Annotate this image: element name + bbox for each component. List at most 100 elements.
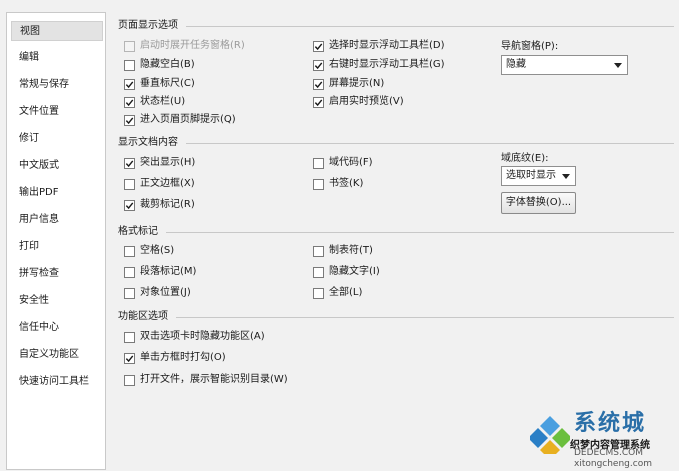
font-substitution-button[interactable]: 字体替换(O)...: [501, 192, 576, 214]
checkbox-hide-ribbon-dblclick[interactable]: 双击选项卡时隐藏功能区(A): [124, 329, 265, 345]
sidebar-item-security[interactable]: 安全性: [11, 291, 103, 311]
check-icon: [314, 43, 323, 50]
check-icon: [314, 81, 323, 88]
nav-pane-select[interactable]: 隐藏: [501, 55, 628, 75]
checkbox-expand-task-pane[interactable]: 启动时展开任务窗格(R): [124, 38, 245, 54]
checkbox-box: [124, 178, 135, 190]
checkbox-label: 打开文件，展示智能识别目录(W): [140, 374, 288, 385]
checkbox-live-preview[interactable]: 启用实时预览(V): [313, 94, 404, 110]
checkbox-box: [313, 178, 324, 190]
check-icon: [125, 202, 134, 209]
checkbox-box: [124, 157, 135, 169]
sidebar-item-print[interactable]: 打印: [11, 237, 103, 257]
field-shading-select-value: 选取时显示: [506, 170, 556, 181]
checkbox-status-bar[interactable]: 状态栏(U): [124, 94, 185, 110]
checkbox-label: 启用实时预览(V): [329, 96, 404, 107]
nav-pane-label: 导航窗格(P):: [501, 41, 559, 52]
checkbox-box: [313, 59, 324, 71]
field-shading-label: 域底纹(E):: [501, 153, 549, 164]
checkbox-bookmarks[interactable]: 书签(K): [313, 176, 363, 192]
checkbox-box: [124, 199, 135, 211]
sidebar-item-chinese-layout[interactable]: 中文版式: [11, 156, 103, 176]
checkbox-label: 制表符(T): [329, 245, 373, 256]
sidebar-item-quick-access-toolbar[interactable]: 快速访问工具栏: [11, 372, 103, 392]
checkbox-label: 垂直标尺(C): [140, 78, 195, 89]
options-content: 页面显示选项 启动时展开任务窗格(R) 隐藏空白(B) 垂直标尺(C) 状态栏(…: [108, 0, 679, 471]
checkbox-box: [124, 59, 135, 71]
checkbox-hidden-text[interactable]: 隐藏文字(I): [313, 264, 380, 280]
checkbox-box: [313, 40, 324, 52]
section-header-format-marks: 格式标记: [118, 226, 158, 237]
checkbox-label: 隐藏文字(I): [329, 266, 380, 277]
sidebar-item-revision[interactable]: 修订: [11, 129, 103, 149]
checkbox-field-codes[interactable]: 域代码(F): [313, 155, 373, 171]
watermark-domain-2: xitongcheng.com: [574, 459, 652, 469]
checkbox-label: 书签(K): [329, 178, 364, 189]
checkbox-box: [124, 78, 135, 90]
sidebar-item-view[interactable]: 视图: [11, 21, 103, 41]
site-watermark: 系统城 织梦内容管理系统 DEDECMS.COM xitongcheng.com: [530, 410, 679, 471]
checkbox-box: [124, 331, 135, 343]
check-icon: [125, 160, 134, 167]
checkbox-text-boundaries[interactable]: 正文边框(X): [124, 176, 195, 192]
checkbox-label: 右键时显示浮动工具栏(G): [329, 59, 445, 70]
section-header-page-display: 页面显示选项: [118, 20, 178, 31]
checkbox-tab-characters[interactable]: 制表符(T): [313, 243, 373, 259]
check-icon: [125, 81, 134, 88]
watermark-domain-1: DEDECMS.COM: [574, 448, 643, 458]
checkbox-hide-whitespace[interactable]: 隐藏空白(B): [124, 57, 195, 73]
checkbox-label: 突出显示(H): [140, 157, 196, 168]
check-icon: [314, 99, 323, 106]
checkbox-label: 启动时展开任务窗格(R): [140, 40, 245, 51]
checkbox-label: 全部(L): [329, 287, 363, 298]
checkbox-label: 对象位置(J): [140, 287, 191, 298]
checkbox-smart-toc[interactable]: 打开文件，展示智能识别目录(W): [124, 372, 288, 388]
checkbox-box: [124, 352, 135, 364]
checkbox-float-toolbar-select[interactable]: 选择时显示浮动工具栏(D): [313, 38, 445, 54]
sidebar-item-edit[interactable]: 编辑: [11, 48, 103, 68]
section-divider: [176, 317, 674, 318]
check-icon: [125, 117, 134, 124]
section-divider: [186, 26, 674, 27]
checkbox-label: 进入页眉页脚提示(Q): [140, 114, 236, 125]
checkbox-crop-marks[interactable]: 裁剪标记(R): [124, 197, 195, 213]
checkbox-label: 状态栏(U): [140, 96, 186, 107]
section-divider: [186, 143, 674, 144]
checkbox-box: [313, 266, 324, 278]
checkbox-label: 选择时显示浮动工具栏(D): [329, 40, 445, 51]
sidebar-item-file-location[interactable]: 文件位置: [11, 102, 103, 122]
checkbox-paragraph-marks[interactable]: 段落标记(M): [124, 264, 196, 280]
checkbox-box: [313, 78, 324, 90]
sidebar-item-general-save[interactable]: 常规与保存: [11, 75, 103, 95]
checkbox-label: 段落标记(M): [140, 266, 197, 277]
checkbox-label: 正文边框(X): [140, 178, 195, 189]
checkbox-screen-tips[interactable]: 屏幕提示(N): [313, 76, 384, 92]
checkbox-click-to-tick[interactable]: 单击方框时打勾(O): [124, 350, 226, 366]
checkbox-box: [313, 245, 324, 257]
check-icon: [314, 62, 323, 69]
checkbox-box: [124, 287, 135, 299]
checkbox-box: [124, 374, 135, 386]
sidebar-item-user-info[interactable]: 用户信息: [11, 210, 103, 230]
checkbox-box: [124, 245, 135, 257]
checkbox-label: 裁剪标记(R): [140, 199, 195, 210]
checkbox-float-toolbar-rightclick[interactable]: 右键时显示浮动工具栏(G): [313, 57, 445, 73]
windows-logo-icon: [530, 416, 570, 454]
field-shading-select[interactable]: 选取时显示: [501, 166, 576, 186]
checkbox-all-marks[interactable]: 全部(L): [313, 285, 362, 301]
section-header-ribbon: 功能区选项: [118, 311, 168, 322]
checkbox-object-anchors[interactable]: 对象位置(J): [124, 285, 191, 301]
sidebar-item-spell-check[interactable]: 拼写检查: [11, 264, 103, 284]
checkbox-header-footer-tip[interactable]: 进入页眉页脚提示(Q): [124, 112, 236, 128]
checkbox-highlight[interactable]: 突出显示(H): [124, 155, 195, 171]
checkbox-box: [124, 114, 135, 126]
sidebar-item-trust-center[interactable]: 信任中心: [11, 318, 103, 338]
sidebar-item-customize-ribbon[interactable]: 自定义功能区: [11, 345, 103, 365]
checkbox-box: [124, 96, 135, 108]
sidebar-item-export-pdf[interactable]: 输出PDF: [11, 183, 103, 203]
checkbox-box: [313, 96, 324, 108]
section-divider: [166, 232, 674, 233]
checkbox-vertical-ruler[interactable]: 垂直标尺(C): [124, 76, 195, 92]
checkbox-label: 屏幕提示(N): [329, 78, 385, 89]
checkbox-spaces[interactable]: 空格(S): [124, 243, 174, 259]
